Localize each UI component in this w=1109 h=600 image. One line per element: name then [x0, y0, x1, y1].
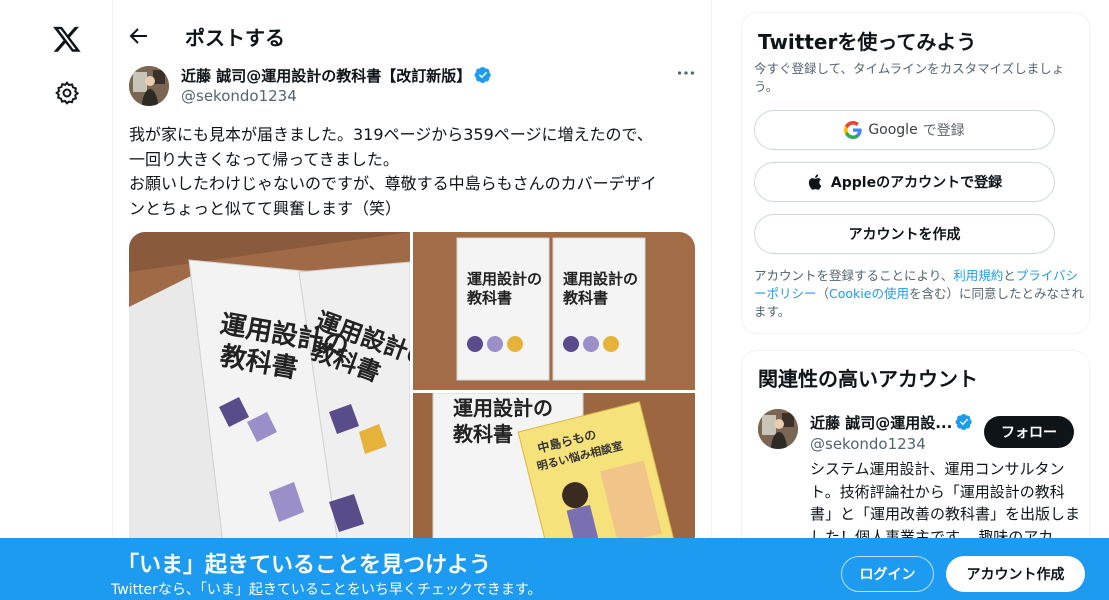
google-signup-label: で登録	[922, 123, 965, 139]
login-button[interactable]: ログイン	[841, 556, 934, 592]
terms-link[interactable]: 利用規約	[953, 268, 1003, 283]
post-text-line: 一回り大きくなって帰ってきました。	[129, 149, 399, 169]
apple-signup-button[interactable]: Appleのアカウントで登録	[754, 162, 1055, 202]
post-text: 我が家にも見本が届きました。319ページから359ページに増えたので、 一回り大…	[129, 123, 699, 221]
google-brand: Google	[868, 122, 918, 138]
photo-book-title: 教科書	[466, 289, 512, 307]
terms-notice: アカウントを登録することにより、利用規約とプライバシーポリシー（Cookieの使…	[754, 267, 1084, 321]
post-photo-1[interactable]: 運用設計の 教科書 運用設計の 教科書	[129, 232, 410, 552]
header: ポストする	[113, 0, 711, 70]
bottom-bar-subtitle: Twitterなら、「いま」起きていることをいち早くチェックできます。	[111, 582, 542, 598]
related-account-name[interactable]: 近藤 誠司@運用設...	[810, 412, 973, 433]
more-options-icon[interactable]	[675, 62, 697, 84]
signup-button[interactable]: アカウント作成	[946, 556, 1085, 592]
photo-book-title: 運用設計の	[467, 270, 542, 288]
google-signup-button[interactable]: Google で登録	[754, 110, 1055, 150]
main-column: ポストする 近藤 誠司@運用設計の教科書【改訂新版】 @sekondo1234 …	[112, 0, 712, 600]
related-account-bio: システム運用設計、運用コンサルタント。技術評論社から「運用設計の教科書」と「運用…	[810, 460, 1081, 546]
verified-badge-icon	[955, 413, 973, 431]
terms-text: （	[816, 286, 830, 301]
signup-card-subtitle: 今すぐ登録して、タイムラインをカスタマイズしましょう。	[754, 61, 1065, 94]
terms-text: と	[1003, 268, 1016, 283]
terms-text: アカウントを登録することにより、	[754, 268, 954, 283]
post-photo-2[interactable]: 運用設計の 教科書 運用設計の 教科書	[413, 232, 695, 390]
post-text-line: お願いしたわけじゃないのですが、尊敬する中島らもさんのカバーデザイ	[129, 174, 657, 193]
gear-icon[interactable]	[54, 80, 80, 106]
verified-badge-icon	[474, 66, 491, 84]
left-nav	[0, 0, 113, 600]
signup-card-title: Twitterを使ってみよう	[758, 30, 977, 54]
right-sidebar: Twitterを使ってみよう 今すぐ登録して、タイムラインをカスタマイズしましょ…	[741, 0, 1091, 600]
cookie-link[interactable]: Cookieの使用	[829, 286, 909, 301]
photo-book-title: 教科書	[562, 289, 608, 307]
related-avatar[interactable]	[758, 409, 798, 449]
apple-icon	[808, 174, 822, 190]
back-arrow-icon[interactable]	[127, 24, 151, 48]
related-account-handle[interactable]: @sekondo1234	[810, 435, 926, 453]
post-text-line: 我が家にも見本が届きました。319ページから359ページに増えたので、	[129, 125, 653, 144]
follow-button[interactable]: フォロー	[984, 416, 1074, 448]
photo-book-title: 運用設計の	[453, 396, 553, 420]
create-account-label: アカウントを作成	[848, 227, 961, 243]
author-avatar[interactable]	[129, 66, 169, 106]
post-media-grid: 運用設計の 教科書 運用設計の 教科書 運用設計の 教科書 運用設計の 教科書 …	[129, 232, 695, 552]
signup-card: Twitterを使ってみよう 今すぐ登録して、タイムラインをカスタマイズしましょ…	[741, 12, 1090, 334]
bottom-bar-title: 「いま」起きていることを見つけよう	[117, 553, 492, 578]
post-text-line: ンとちょっと似てて興奮します（笑）	[129, 198, 402, 218]
author-handle[interactable]: @sekondo1234	[181, 87, 297, 105]
x-logo-icon[interactable]	[52, 24, 82, 54]
photo-book-title: 教科書	[453, 422, 513, 446]
login-prompt-bar: 「いま」起きていることを見つけよう Twitterなら、「いま」起きていることを…	[0, 538, 1109, 600]
google-icon	[844, 121, 862, 139]
related-card-title: 関連性の高いアカウント	[758, 367, 978, 391]
author-name[interactable]: 近藤 誠司@運用設計の教科書【改訂新版】	[181, 65, 492, 86]
post-photo-3[interactable]: 運用設計の 教科書 中島らもの 明るい悩み相談室	[413, 393, 695, 552]
apple-signup-label: Appleのアカウントで登録	[830, 175, 1003, 191]
page-title: ポストする	[185, 26, 285, 50]
photo-book-title: 運用設計の	[563, 270, 638, 288]
create-account-button[interactable]: アカウントを作成	[754, 214, 1055, 254]
